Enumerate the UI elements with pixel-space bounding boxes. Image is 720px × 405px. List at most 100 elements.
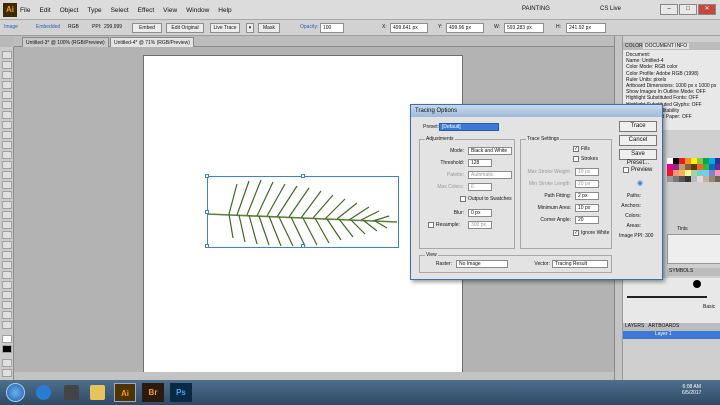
mask-button[interactable]: Mask	[258, 23, 280, 33]
resample-checkbox[interactable]	[428, 222, 434, 228]
resize-handle[interactable]	[301, 174, 305, 178]
symbol-sprayer-tool-icon[interactable]	[2, 271, 12, 279]
clock[interactable]: 6:08 AM 6/5/2017	[682, 384, 701, 396]
hand-tool-icon[interactable]	[2, 311, 12, 319]
minimize-button[interactable]: –	[660, 4, 678, 15]
tab-color[interactable]: COLOR	[625, 43, 643, 49]
mesh-tool-icon[interactable]	[2, 231, 12, 239]
blur-field[interactable]: 0 px	[468, 209, 492, 217]
max-stroke-field[interactable]: 10 px	[575, 168, 599, 176]
selection-bounding-box[interactable]	[205, 174, 399, 248]
workspace-switcher[interactable]: PAINTING	[522, 6, 550, 12]
swatches-grid[interactable]	[667, 158, 720, 228]
drawing-mode-icon[interactable]	[2, 359, 12, 367]
scale-tool-icon[interactable]	[2, 181, 12, 189]
cancel-button[interactable]: Cancel	[619, 135, 657, 146]
min-stroke-field[interactable]: 20 px	[575, 180, 599, 188]
stroke-swatch-icon[interactable]	[2, 345, 12, 353]
menu-edit[interactable]: Edit	[39, 7, 50, 14]
path-fitting-field[interactable]: 2 px	[575, 192, 599, 200]
palette-select[interactable]: Automatic	[468, 171, 512, 179]
width-tool-icon[interactable]	[2, 191, 12, 199]
x-field[interactable]: 499.641 px	[390, 23, 428, 33]
w-field[interactable]: 593.283 px	[504, 23, 544, 33]
pen-tool-icon[interactable]	[2, 91, 12, 99]
fill-swatch-icon[interactable]	[2, 335, 12, 343]
tab-layers[interactable]: LAYERS	[625, 323, 644, 329]
column-graph-tool-icon[interactable]	[2, 281, 12, 289]
photoshop-taskbar-icon[interactable]: Ps	[170, 383, 192, 402]
brush-dot-icon[interactable]	[693, 280, 701, 288]
rotate-tool-icon[interactable]	[2, 171, 12, 179]
live-trace-options-chevron-icon[interactable]: ▾	[246, 23, 254, 33]
vector-select[interactable]: Tracing Result	[552, 260, 608, 268]
zoom-tool-icon[interactable]	[2, 321, 12, 329]
media-player-icon[interactable]	[64, 385, 79, 400]
trace-button[interactable]: Trace	[619, 121, 657, 132]
embed-button[interactable]: Embed	[132, 23, 162, 33]
h-field[interactable]: 241.92 px	[566, 23, 606, 33]
corner-angle-field[interactable]: 20	[575, 216, 599, 224]
strokes-checkbox[interactable]	[573, 156, 579, 162]
preview-checkbox[interactable]	[623, 167, 629, 173]
tab-untitled-3[interactable]: Untitled-3* @ 100% (RGB/Preview)	[22, 37, 109, 47]
menu-select[interactable]: Select	[111, 7, 129, 14]
rectangle-tool-icon[interactable]	[2, 121, 12, 129]
eraser-tool-icon[interactable]	[2, 161, 12, 169]
menu-help[interactable]: Help	[218, 7, 231, 14]
mode-select[interactable]: Black and White	[468, 147, 512, 155]
pencil-tool-icon[interactable]	[2, 141, 12, 149]
ignore-white-checkbox[interactable]: ✓	[573, 230, 579, 236]
opacity-field[interactable]: 100	[320, 23, 344, 33]
tab-document-info[interactable]: DOCUMENT INFO	[643, 43, 690, 49]
resize-handle[interactable]	[301, 244, 305, 248]
perspective-grid-tool-icon[interactable]	[2, 221, 12, 229]
raster-select[interactable]: No Image	[456, 260, 508, 268]
line-tool-icon[interactable]	[2, 111, 12, 119]
save-preset-button[interactable]: Save Preset...	[619, 149, 657, 166]
menu-object[interactable]: Object	[60, 7, 79, 14]
cs-live-button[interactable]: CS Live	[600, 6, 621, 12]
slice-tool-icon[interactable]	[2, 301, 12, 309]
output-swatches-checkbox[interactable]	[460, 196, 466, 202]
edit-original-button[interactable]: Edit Original	[166, 23, 204, 33]
eyedropper-tool-icon[interactable]	[2, 251, 12, 259]
gradient-tool-icon[interactable]	[2, 241, 12, 249]
bridge-taskbar-icon[interactable]: Br	[142, 383, 164, 402]
close-button[interactable]: ✕	[698, 4, 716, 15]
file-explorer-icon[interactable]	[90, 385, 105, 400]
fills-checkbox[interactable]: ✓	[573, 146, 579, 152]
symbols-panel-tab[interactable]: SYMBOLS	[667, 268, 720, 276]
max-colors-field[interactable]: 6	[468, 183, 492, 191]
tab-artboards[interactable]: ARTBOARDS	[648, 323, 679, 329]
brush-stroke[interactable]	[627, 296, 707, 298]
free-transform-tool-icon[interactable]	[2, 201, 12, 209]
screen-mode-icon[interactable]	[2, 369, 12, 377]
brushes-panel[interactable]: Basic	[623, 278, 720, 328]
selection-tool-icon[interactable]	[2, 51, 12, 59]
resize-handle[interactable]	[205, 244, 209, 248]
blend-tool-icon[interactable]	[2, 261, 12, 269]
menu-view[interactable]: View	[163, 7, 177, 14]
resize-handle[interactable]	[205, 174, 209, 178]
shape-builder-tool-icon[interactable]	[2, 211, 12, 219]
internet-explorer-icon[interactable]	[36, 385, 51, 400]
menu-window[interactable]: Window	[186, 7, 209, 14]
resample-field[interactable]: 300 px	[468, 221, 492, 229]
menu-effect[interactable]: Effect	[138, 7, 155, 14]
threshold-field[interactable]: 128	[468, 159, 492, 167]
direct-selection-tool-icon[interactable]	[2, 61, 12, 69]
preset-select[interactable]: [Default]	[439, 123, 499, 131]
start-button-icon[interactable]	[6, 383, 25, 402]
menu-type[interactable]: Type	[87, 7, 101, 14]
resize-handle[interactable]	[205, 210, 209, 214]
maximize-button[interactable]: □	[679, 4, 697, 15]
magic-wand-tool-icon[interactable]	[2, 71, 12, 79]
layer-row-layer-1[interactable]: Layer 1	[623, 331, 720, 339]
artboard-tool-icon[interactable]	[2, 291, 12, 299]
illustrator-taskbar-icon[interactable]: Ai	[114, 383, 136, 402]
paintbrush-tool-icon[interactable]	[2, 131, 12, 139]
y-field[interactable]: 499.96 px	[446, 23, 484, 33]
live-trace-button[interactable]: Live Trace	[210, 23, 240, 33]
tints-grid[interactable]	[667, 234, 720, 264]
